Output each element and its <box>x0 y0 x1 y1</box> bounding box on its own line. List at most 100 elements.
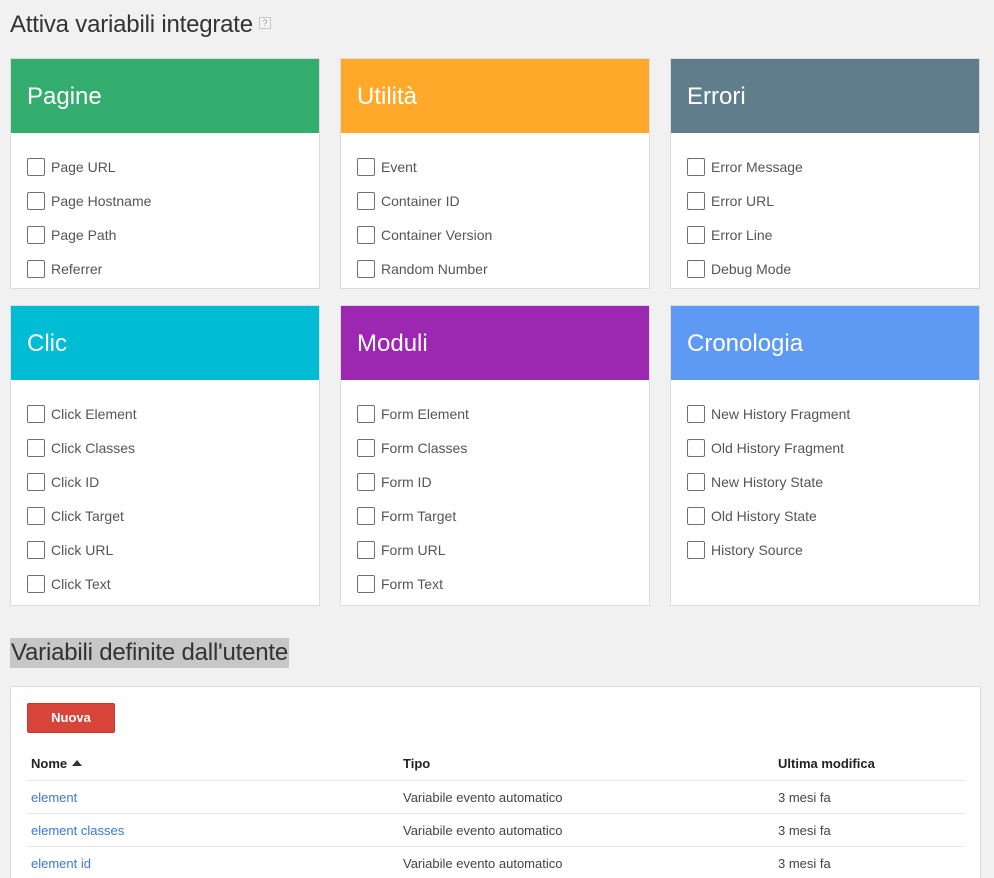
column-header-modified[interactable]: Ultima modifica <box>778 756 965 771</box>
checkbox-icon[interactable] <box>687 541 705 559</box>
checkbox-icon[interactable] <box>27 439 45 457</box>
checkbox-debug-mode[interactable]: Debug Mode <box>687 252 979 286</box>
new-variable-button[interactable]: Nuova <box>27 703 115 733</box>
checkbox-icon[interactable] <box>357 226 375 244</box>
builtin-title-text: Attiva variabili integrate <box>10 11 253 38</box>
checkbox-history-source[interactable]: History Source <box>687 533 979 567</box>
checkbox-old-history-state[interactable]: Old History State <box>687 499 979 533</box>
variable-type: Variabile evento automatico <box>403 822 563 838</box>
checkbox-icon[interactable] <box>27 226 45 244</box>
checkbox-error-message[interactable]: Error Message <box>687 150 979 184</box>
checkbox-icon[interactable] <box>357 507 375 525</box>
checkbox-label: Event <box>381 159 417 175</box>
checkbox-icon[interactable] <box>357 260 375 278</box>
checkbox-icon[interactable] <box>687 439 705 457</box>
checkbox-icon[interactable] <box>357 158 375 176</box>
column-header-type[interactable]: Tipo <box>403 756 778 771</box>
table-row: element id Variabile evento automatico 3… <box>27 847 965 878</box>
checkbox-label: Click ID <box>51 474 100 490</box>
checkbox-label: Form Classes <box>381 440 468 456</box>
checkbox-icon[interactable] <box>687 226 705 244</box>
checkbox-icon[interactable] <box>687 507 705 525</box>
checkbox-icon[interactable] <box>687 405 705 423</box>
card-errori: Errori Error Message Error URL Error Lin… <box>670 58 980 289</box>
user-variables-panel: Nuova Nome Tipo Ultima modifica element … <box>10 686 981 878</box>
checkbox-icon[interactable] <box>357 575 375 593</box>
checkbox-icon[interactable] <box>27 192 45 210</box>
card-utilita: Utilità Event Container ID Container Ver… <box>340 58 650 289</box>
checkbox-old-history-fragment[interactable]: Old History Fragment <box>687 431 979 465</box>
checkbox-icon[interactable] <box>687 473 705 491</box>
checkbox-icon[interactable] <box>357 405 375 423</box>
checkbox-random-number[interactable]: Random Number <box>357 252 649 286</box>
checkbox-label: Form Target <box>381 508 457 524</box>
checkbox-label: Click URL <box>51 542 114 558</box>
checkbox-label: Page Path <box>51 227 117 243</box>
checkbox-page-url[interactable]: Page URL <box>27 150 319 184</box>
checkbox-icon[interactable] <box>27 575 45 593</box>
card-pagine: Pagine Page URL Page Hostname Page Path … <box>10 58 320 289</box>
card-header: Cronologia <box>671 306 979 380</box>
checkbox-icon[interactable] <box>27 541 45 559</box>
checkbox-icon[interactable] <box>357 439 375 457</box>
checkbox-new-history-state[interactable]: New History State <box>687 465 979 499</box>
card-moduli: Moduli Form Element Form Classes Form ID… <box>340 305 650 606</box>
checkbox-form-element[interactable]: Form Element <box>357 397 649 431</box>
checkbox-icon[interactable] <box>357 192 375 210</box>
column-header-label: Nome <box>31 756 68 771</box>
checkbox-icon[interactable] <box>27 260 45 278</box>
checkbox-icon[interactable] <box>687 192 705 210</box>
table-row: element classes Variabile evento automat… <box>27 814 965 847</box>
checkbox-label: Random Number <box>381 261 488 277</box>
checkbox-label: Old History Fragment <box>711 440 845 456</box>
variable-modified: 3 mesi fa <box>778 855 831 871</box>
checkbox-container-version[interactable]: Container Version <box>357 218 649 252</box>
checkbox-label: Error Message <box>711 159 803 175</box>
checkbox-icon[interactable] <box>27 507 45 525</box>
variable-type: Variabile evento automatico <box>403 789 563 805</box>
checkbox-page-hostname[interactable]: Page Hostname <box>27 184 319 218</box>
checkbox-label: Debug Mode <box>711 261 792 277</box>
checkbox-form-url[interactable]: Form URL <box>357 533 649 567</box>
checkbox-icon[interactable] <box>687 260 705 278</box>
card-header: Clic <box>11 306 319 380</box>
checkbox-icon[interactable] <box>357 473 375 491</box>
variable-name-link[interactable]: element classes <box>31 823 124 838</box>
checkbox-click-id[interactable]: Click ID <box>27 465 319 499</box>
variable-name-link[interactable]: element id <box>31 856 91 871</box>
table-row: element Variabile evento automatico 3 me… <box>27 781 965 814</box>
checkbox-form-target[interactable]: Form Target <box>357 499 649 533</box>
checkbox-container-id[interactable]: Container ID <box>357 184 649 218</box>
checkbox-form-id[interactable]: Form ID <box>357 465 649 499</box>
checkbox-icon[interactable] <box>27 158 45 176</box>
checkbox-new-history-fragment[interactable]: New History Fragment <box>687 397 979 431</box>
checkbox-label: Error Line <box>711 227 773 243</box>
checkbox-error-url[interactable]: Error URL <box>687 184 979 218</box>
checkbox-form-text[interactable]: Form Text <box>357 567 649 601</box>
checkbox-click-classes[interactable]: Click Classes <box>27 431 319 465</box>
checkbox-event[interactable]: Event <box>357 150 649 184</box>
checkbox-icon[interactable] <box>687 158 705 176</box>
checkbox-icon[interactable] <box>27 473 45 491</box>
card-header: Moduli <box>341 306 649 380</box>
checkbox-referrer[interactable]: Referrer <box>27 252 319 286</box>
checkbox-icon[interactable] <box>27 405 45 423</box>
column-header-name[interactable]: Nome <box>27 756 403 771</box>
checkbox-form-classes[interactable]: Form Classes <box>357 431 649 465</box>
variable-name-link[interactable]: element <box>31 790 77 805</box>
checkbox-click-element[interactable]: Click Element <box>27 397 319 431</box>
builtin-variables-title: Attiva variabili integrate? <box>10 11 271 39</box>
card-clic: Clic Click Element Click Classes Click I… <box>10 305 320 606</box>
checkbox-error-line[interactable]: Error Line <box>687 218 979 252</box>
checkbox-icon[interactable] <box>357 541 375 559</box>
checkbox-label: New History State <box>711 474 824 490</box>
checkbox-click-target[interactable]: Click Target <box>27 499 319 533</box>
help-icon[interactable]: ? <box>258 16 271 29</box>
sort-ascending-icon[interactable] <box>72 760 83 766</box>
checkbox-page-path[interactable]: Page Path <box>27 218 319 252</box>
card-header: Utilità <box>341 59 649 133</box>
checkbox-click-text[interactable]: Click Text <box>27 567 319 601</box>
table-header: Nome Tipo Ultima modifica <box>27 747 965 781</box>
checkbox-click-url[interactable]: Click URL <box>27 533 319 567</box>
checkbox-label: Form Text <box>381 576 443 592</box>
